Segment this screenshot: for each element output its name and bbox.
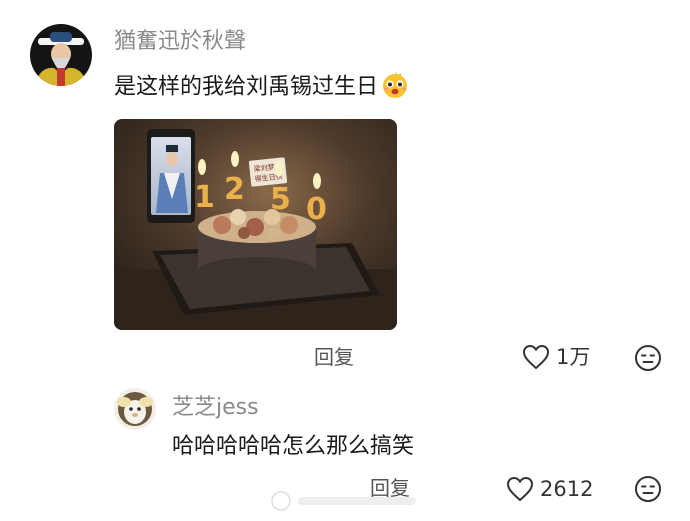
heart-icon [506,476,534,502]
like-button[interactable]: 1万 [522,344,590,370]
candle-digit: 2 [224,172,245,207]
candle-digit: 0 [306,192,327,227]
candle-digit: 1 [194,180,215,215]
reply-comment-text: 哈哈哈哈哈怎么那么搞笑 [172,434,415,459]
face-neutral-icon[interactable] [634,344,662,372]
comment-text: 是这样的我给刘禹锡过生日 [114,69,410,106]
reply-button[interactable]: 回复 [314,346,354,368]
reply-commenter-username[interactable]: 芝芝jess [172,396,259,420]
like-count: 1万 [556,345,591,369]
like-button[interactable]: 2612 [506,476,593,502]
commenter-username[interactable]: 猶奮迅於秋聲 [114,30,246,54]
comment-text-content: 是这样的我给刘禹锡过生日 [114,74,379,100]
candle-digit: 5 [270,182,291,217]
heart-icon [522,344,550,370]
face-neutral-icon[interactable] [634,475,662,503]
reply-commenter-avatar[interactable] [114,388,156,430]
like-count: 2612 [540,477,594,501]
commenter-avatar[interactable] [30,24,92,86]
reply-button[interactable]: 回复 [370,477,410,499]
face-emoji-icon [380,69,410,106]
comment-photo[interactable]: 梁刘梦 得生日快 1 2 5 0 [114,119,397,330]
